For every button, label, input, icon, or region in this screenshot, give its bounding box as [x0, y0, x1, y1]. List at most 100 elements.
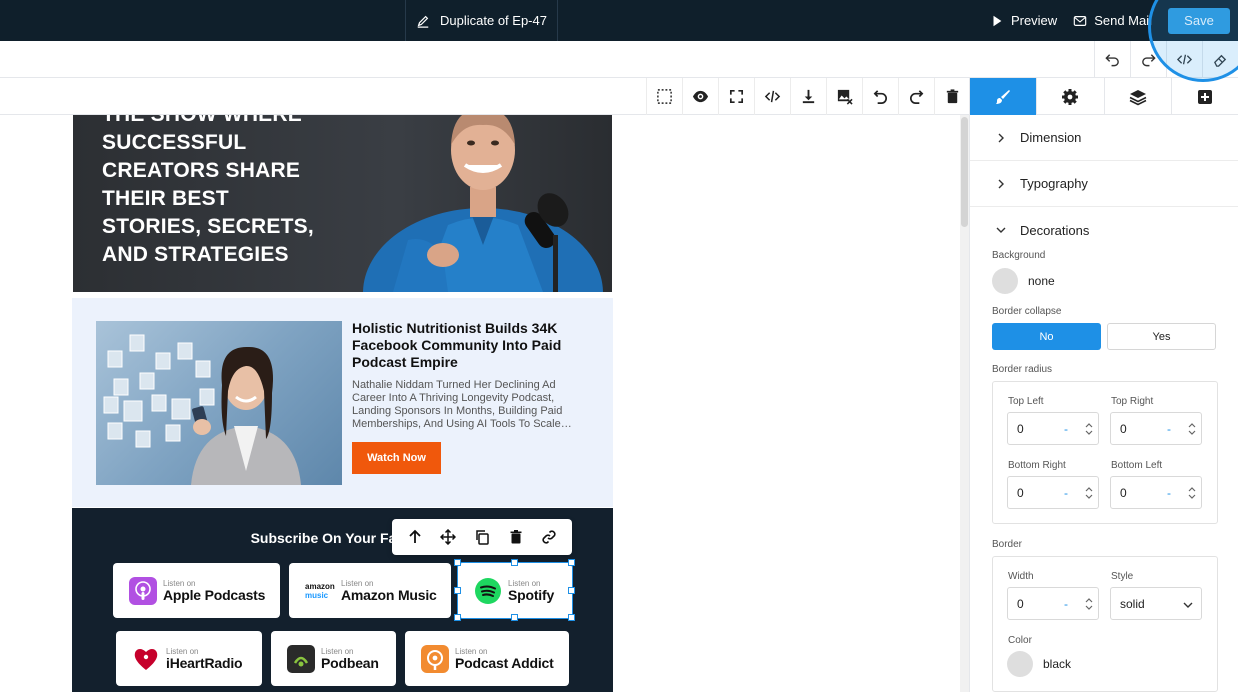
border-color-picker[interactable]: black	[1007, 651, 1071, 677]
hero-banner[interactable]: THE SHOW WHERE SUCCESSFUL CREATORS SHARE…	[73, 115, 612, 292]
mail-icon	[1073, 15, 1087, 26]
episode-title: Holistic Nutritionist Builds 34K Faceboo…	[352, 320, 562, 370]
apple-podcasts-badge[interactable]: Listen on Apple Podcasts	[113, 563, 280, 618]
section-label: Decorations	[1020, 222, 1090, 238]
watch-now-button[interactable]: Watch Now	[352, 442, 441, 474]
border-radius-label: Border radius	[992, 364, 1053, 375]
hero-line: THEIR BEST	[102, 187, 229, 210]
unit-dash: -	[1064, 421, 1068, 436]
resize-handle[interactable]	[568, 559, 575, 566]
unit-dash: -	[1167, 421, 1171, 436]
stepper-icon[interactable]	[1084, 596, 1094, 612]
download-tool[interactable]	[790, 78, 826, 115]
move-icon[interactable]	[440, 529, 457, 545]
top-right-input[interactable]: 0 -	[1110, 412, 1202, 445]
trash-icon[interactable]	[508, 529, 524, 545]
border-color-value: black	[1043, 657, 1072, 671]
save-button[interactable]: Save	[1168, 7, 1230, 34]
layers-icon	[1129, 89, 1147, 105]
resize-handle[interactable]	[454, 614, 461, 621]
section-dimension[interactable]: Dimension	[970, 115, 1238, 161]
image-remove-tool[interactable]	[826, 78, 862, 115]
preview-tool[interactable]	[682, 78, 718, 115]
bottom-left-value: 0	[1120, 485, 1127, 500]
duplicate-icon[interactable]	[474, 529, 490, 545]
arrow-up-icon[interactable]	[407, 529, 423, 545]
resize-handle[interactable]	[454, 587, 461, 594]
featured-episode-card[interactable]: Holistic Nutritionist Builds 34K Faceboo…	[72, 298, 613, 507]
badge-name: Podcast Addict	[455, 654, 554, 671]
tab-style[interactable]	[969, 78, 1037, 115]
image-x-icon	[837, 89, 853, 105]
stepper-icon[interactable]	[1187, 421, 1197, 437]
border-width-input[interactable]: 0 -	[1007, 587, 1099, 620]
code-tool[interactable]	[754, 78, 790, 115]
background-picker[interactable]: none	[992, 268, 1055, 294]
select-tool[interactable]	[646, 78, 682, 115]
bottom-right-input[interactable]: 0 -	[1007, 476, 1099, 509]
border-color-swatch[interactable]	[1007, 651, 1033, 677]
tab-layers[interactable]	[1103, 78, 1171, 115]
border-style-select[interactable]: solid	[1110, 587, 1202, 620]
hero-line: AND STRATEGIES	[102, 243, 289, 266]
podbean-badge[interactable]: Listen on Podbean	[271, 631, 396, 686]
redo-tool[interactable]	[898, 78, 934, 115]
tab-add-block[interactable]	[1170, 78, 1238, 115]
canvas-scrollbar[interactable]	[960, 115, 969, 692]
badge-name: Spotify	[508, 586, 555, 603]
iheartradio-badge[interactable]: Listen on iHeartRadio	[116, 631, 262, 686]
trash-icon	[946, 89, 959, 104]
stepper-icon[interactable]	[1084, 421, 1094, 437]
border-style-value: solid	[1120, 596, 1145, 611]
tab-settings[interactable]	[1036, 78, 1103, 115]
background-swatch[interactable]	[992, 268, 1018, 294]
undo-icon	[873, 90, 887, 104]
top-left-label: Top Left	[1008, 396, 1044, 407]
scrollbar-thumb[interactable]	[961, 117, 968, 227]
gear-icon	[1062, 88, 1079, 105]
eye-icon	[692, 90, 709, 103]
resize-handle[interactable]	[568, 587, 575, 594]
section-decorations[interactable]: Decorations	[970, 207, 1238, 253]
badge-name: iHeartRadio	[166, 654, 243, 671]
chevron-down-icon	[996, 227, 1006, 233]
unit-dash: -	[1064, 485, 1068, 500]
document-title-text: Duplicate of Ep-47	[440, 13, 547, 28]
stepper-icon[interactable]	[1084, 485, 1094, 501]
email-canvas[interactable]: THE SHOW WHERE SUCCESSFUL CREATORS SHARE…	[0, 115, 960, 692]
hero-line: SUCCESSFUL	[102, 131, 247, 154]
resize-handle[interactable]	[511, 559, 518, 566]
badge-name: Amazon Music	[341, 586, 437, 603]
resize-handle[interactable]	[454, 559, 461, 566]
hero-line: STORIES, SECRETS,	[102, 215, 314, 238]
undo-button[interactable]	[1094, 41, 1130, 78]
stepper-icon[interactable]	[1187, 485, 1197, 501]
amazon-music-badge[interactable]: amazon music Listen on Amazon Music	[289, 563, 451, 618]
spotify-badge[interactable]: Listen on Spotify	[457, 562, 573, 619]
download-icon	[802, 89, 815, 104]
resize-handle[interactable]	[568, 614, 575, 621]
fullscreen-tool[interactable]	[718, 78, 754, 115]
background-label: Background	[992, 250, 1046, 261]
podcast-addict-badge[interactable]: Listen on Podcast Addict	[405, 631, 569, 686]
preview-button[interactable]: Preview	[990, 13, 1057, 28]
top-left-input[interactable]: 0 -	[1007, 412, 1099, 445]
amazon-music-logo: amazon music	[305, 582, 335, 600]
resize-handle[interactable]	[511, 614, 518, 621]
hero-line: THE SHOW WHERE	[102, 115, 342, 129]
element-toolbar	[392, 519, 572, 555]
border-collapse-no[interactable]: No	[992, 323, 1101, 350]
bottom-left-input[interactable]: 0 -	[1110, 476, 1202, 509]
border-collapse-yes[interactable]: Yes	[1107, 323, 1216, 350]
section-typography[interactable]: Typography	[970, 161, 1238, 207]
link-icon[interactable]	[541, 529, 557, 545]
bottom-right-value: 0	[1017, 485, 1024, 500]
top-right-value: 0	[1120, 421, 1127, 436]
delete-tool[interactable]	[934, 78, 970, 115]
podcast-addict-icon	[421, 644, 449, 673]
document-title[interactable]: Duplicate of Ep-47	[405, 0, 558, 41]
section-label: Typography	[1020, 176, 1088, 191]
undo-tool[interactable]	[862, 78, 898, 115]
send-mail-button[interactable]: Send Mail	[1073, 13, 1152, 28]
amazon-logo-text: amazon	[305, 581, 335, 591]
